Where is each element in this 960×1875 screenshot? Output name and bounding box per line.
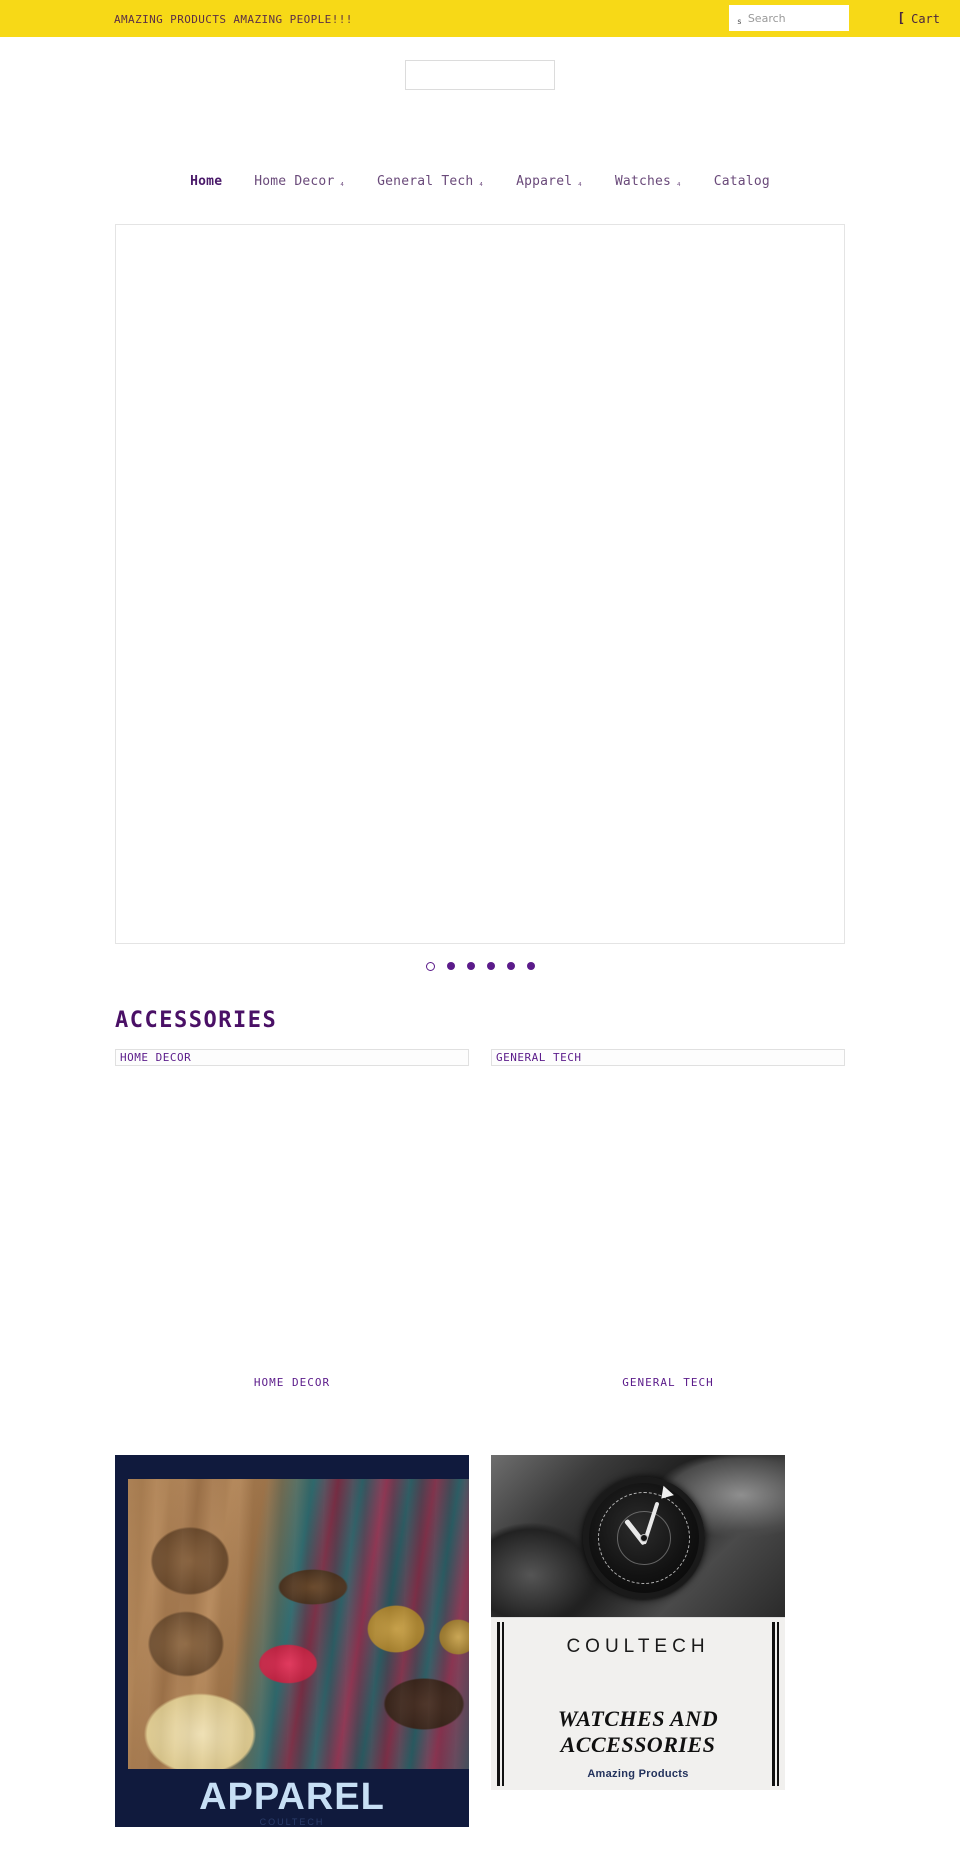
slide-dot-2[interactable]: [446, 962, 455, 970]
utility-links: [ Cart: [897, 0, 960, 37]
collection-grid: HOME DECOR HOME DECOR GENERAL TECH GENER…: [115, 1049, 845, 1389]
promo-banner-grid: APPAREL COULTECH COULTECH WATCHES AND AC…: [115, 1455, 845, 1827]
slide-dot-1[interactable]: [425, 961, 435, 971]
promo-banner-apparel[interactable]: APPAREL COULTECH: [115, 1455, 469, 1827]
section-title: ACCESSORIES: [115, 1008, 278, 1033]
nav-item-watches[interactable]: Watches ₄: [599, 173, 698, 190]
logo-area: [0, 37, 960, 161]
apparel-banner-title: APPAREL: [199, 1776, 385, 1818]
nav-label: Home: [190, 173, 223, 189]
nav-label: Catalog: [713, 173, 770, 189]
chevron-down-icon: ₄: [339, 179, 346, 189]
chevron-down-icon: ₄: [478, 179, 485, 189]
nav-item-home[interactable]: Home: [174, 174, 238, 189]
collection-card-home-decor[interactable]: HOME DECOR HOME DECOR: [115, 1049, 469, 1389]
nav-item-catalog[interactable]: Catalog: [698, 174, 786, 189]
brand-subtitle: Amazing Products: [587, 1768, 689, 1780]
announcement-bar: AMAZING PRODUCTS AMAZING PEOPLE!!! [ Car…: [0, 0, 960, 37]
search-input[interactable]: [747, 11, 840, 25]
watch-dial: [583, 1477, 705, 1599]
announcement-text: AMAZING PRODUCTS AMAZING PEOPLE!!!: [114, 13, 353, 26]
collection-label-general-tech: GENERAL TECH: [622, 1376, 714, 1389]
slideshow-pagination: [0, 948, 960, 984]
watch-caption: COULTECH WATCHES AND ACCESSORIES Amazing…: [491, 1617, 785, 1790]
watch-banner-frame: COULTECH WATCHES AND ACCESSORIES Amazing…: [491, 1455, 845, 1827]
caption-rule-left: [497, 1622, 504, 1786]
watch-photo: [491, 1455, 785, 1617]
nav-label: Watches: [614, 173, 672, 189]
search-box[interactable]: s: [729, 5, 849, 31]
nav-label: General Tech: [377, 173, 474, 189]
nav-label: Home Decor: [254, 173, 335, 189]
apparel-banner-frame: APPAREL COULTECH: [115, 1455, 469, 1827]
apparel-banner-subtitle: COULTECH: [259, 1817, 325, 1827]
nav-item-home-decor[interactable]: Home Decor ₄: [238, 173, 361, 190]
chevron-down-icon: ₄: [577, 179, 583, 189]
watch-center-pin: [640, 1534, 648, 1542]
site-logo[interactable]: [405, 60, 555, 90]
promo-banner-watches[interactable]: COULTECH WATCHES AND ACCESSORIES Amazing…: [491, 1455, 845, 1827]
collection-image-general-tech[interactable]: GENERAL TECH: [491, 1049, 845, 1066]
caption-rule-right: [772, 1622, 779, 1786]
nav-item-general-tech[interactable]: General Tech ₄: [361, 173, 500, 190]
slide-dot-6[interactable]: [526, 962, 535, 970]
slide-dot-5[interactable]: [506, 962, 515, 970]
cart-link[interactable]: [ Cart: [897, 12, 940, 26]
chevron-down-icon: ₄: [676, 179, 682, 189]
search-icon: s: [737, 17, 742, 26]
slide-dot-4[interactable]: [486, 962, 495, 970]
collection-label-home-decor: HOME DECOR: [253, 1376, 331, 1389]
main-navigation: Home Home Decor ₄ General Tech ₄ Apparel…: [0, 161, 960, 201]
cart-label: Cart: [911, 11, 940, 26]
slide-dot-3[interactable]: [466, 962, 475, 970]
apparel-photo: [128, 1479, 469, 1769]
accessories-section: ACCESSORIES HOME DECOR HOME DECOR GENERA…: [115, 1008, 845, 1827]
cart-icon: [: [897, 11, 906, 26]
nav-item-apparel[interactable]: Apparel ₄: [500, 173, 599, 190]
collection-image-home-decor[interactable]: HOME DECOR: [115, 1049, 469, 1066]
brand-name: COULTECH: [566, 1636, 710, 1657]
brand-tagline: WATCHES AND ACCESSORIES: [557, 1706, 719, 1757]
apparel-photo-texture: [128, 1479, 469, 1769]
collection-card-general-tech[interactable]: GENERAL TECH GENERAL TECH: [491, 1049, 845, 1389]
hero-slideshow[interactable]: [115, 224, 845, 944]
nav-label: Apparel: [516, 173, 573, 189]
